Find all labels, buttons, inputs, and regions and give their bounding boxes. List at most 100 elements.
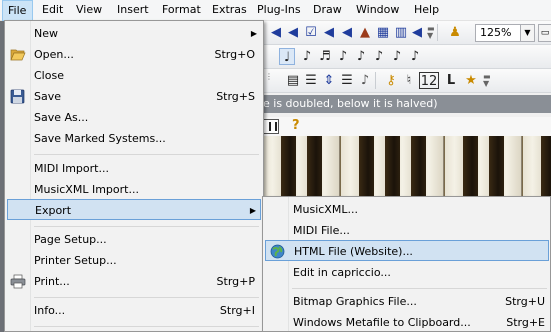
menu-item-musicxml-import[interactable]: MusicXML Import... (7, 179, 261, 200)
globe-icon (270, 244, 285, 259)
star-icon[interactable]: ★ (463, 72, 479, 89)
menu-item-close[interactable]: Close (7, 65, 261, 86)
zoom-dropdown-icon[interactable]: ▼ (521, 24, 535, 42)
menu-item-label: Export (35, 204, 72, 217)
menu-item-label: Close (34, 69, 64, 82)
menu-view[interactable]: View (76, 0, 102, 21)
piano-keys-icon[interactable]: ▦ (375, 24, 391, 41)
menu-bar: File Edit View Insert Format Extras Plug… (0, 0, 551, 21)
toolbar-separator (375, 72, 376, 89)
menu-item-label: Save (34, 90, 62, 103)
quarter-note-icon[interactable]: ♩ (279, 48, 295, 65)
menu-item-shortcut: Strg+P (216, 275, 255, 288)
user-icon[interactable]: ♟ (447, 24, 463, 41)
speaker-icon[interactable]: ◀ (268, 24, 284, 41)
zoom-select[interactable]: 125% (475, 24, 521, 42)
file-menu: New ▶ Open... Strg+O Close Save Strg+S S… (4, 20, 264, 332)
metronome-icon[interactable]: ▲ (357, 24, 373, 41)
pause-icon[interactable] (263, 119, 279, 134)
menu-item-label: Printer Setup... (34, 254, 117, 267)
menu-item-export[interactable]: Export ▶ (7, 199, 261, 220)
menu-item-label: Windows Metafile to Clipboard... (293, 316, 471, 329)
dotted-note-icon[interactable]: ♪ (407, 48, 423, 65)
menu-item-open[interactable]: Open... Strg+O (7, 44, 261, 65)
grace-note-icon[interactable]: ♪ (389, 48, 405, 65)
menu-item-page-setup[interactable]: Page Setup... (7, 229, 261, 250)
piano-toolbar: ? (263, 117, 551, 136)
export-item-musicxml[interactable]: MusicXML... (265, 199, 549, 220)
menu-item-label: Print... (34, 275, 70, 288)
menu-separator (34, 154, 259, 155)
menu-item-shortcut: Strg+U (505, 295, 545, 308)
menu-separator (34, 297, 259, 298)
dynamics-icon[interactable]: ♮ (401, 72, 417, 89)
menu-item-save[interactable]: Save Strg+S (7, 86, 261, 107)
export-item-html-file[interactable]: HTML File (Website)... (265, 240, 549, 261)
menu-format[interactable]: Format (162, 0, 201, 21)
zoom-spin-icon[interactable]: ▭ (538, 24, 551, 42)
menu-item-label: Page Setup... (34, 233, 107, 246)
floppy-disk-icon (10, 89, 25, 104)
sixty-fourth-note-icon[interactable]: ♪ (353, 48, 369, 65)
properties-icon[interactable]: ▤ (285, 72, 301, 89)
submenu-arrow-icon: ▶ (249, 206, 256, 215)
menu-item-midi-import[interactable]: MIDI Import... (7, 158, 261, 179)
menu-item-printer-setup[interactable]: Printer Setup... (7, 250, 261, 271)
menu-item-label: MusicXML... (293, 203, 358, 216)
distribute-icon[interactable]: ☰ (339, 72, 355, 89)
menu-item-label: New (34, 27, 58, 40)
align-left-icon[interactable]: ☰ (303, 72, 319, 89)
sixteenth-note-icon[interactable]: ♬ (317, 48, 333, 65)
menu-insert[interactable]: Insert (117, 0, 149, 21)
menu-plug-ins[interactable]: Plug-Ins (257, 0, 301, 21)
menu-item-label: Info... (34, 304, 66, 317)
menu-file[interactable]: File (2, 0, 33, 21)
mixer-icon[interactable]: ▥ (393, 24, 409, 41)
menu-item-label: Bitmap Graphics File... (293, 295, 417, 308)
status-bar: e is doubled, below it is halved) (263, 95, 551, 113)
menu-item-shortcut: Strg+S (216, 90, 255, 103)
menu-help[interactable]: Help (414, 0, 439, 21)
menu-item-info[interactable]: Info... Strg+I (7, 300, 261, 321)
help-icon[interactable]: ? (292, 118, 300, 133)
mute-note-icon[interactable]: ♪ (357, 72, 373, 89)
toolbar-row-1: ◀ ◀ ☑ ◀ ◀ ▲ ▦ ▥ ◀ ▬ ▼ ♟ 125% ▼ ▭ (263, 21, 551, 45)
checkbox-speaker-icon[interactable]: ☑ (303, 24, 319, 41)
export-item-edit-in-capriccio[interactable]: Edit in capriccio... (265, 262, 549, 283)
menu-item-print[interactable]: Print... Strg+P (7, 271, 261, 292)
triplet-note-icon[interactable]: ♪ (371, 48, 387, 65)
toolbar-overflow-icon[interactable]: ▬ ▼ (483, 73, 491, 88)
menu-item-shortcut: Strg+O (214, 48, 255, 61)
spacing-icon[interactable]: ⇕ (321, 72, 337, 89)
export-item-bitmap-graphics[interactable]: Bitmap Graphics File... Strg+U (265, 291, 549, 312)
printer-icon (10, 274, 26, 289)
menu-extras[interactable]: Extras (212, 0, 247, 21)
menu-item-shortcut: Strg+E (506, 316, 545, 329)
export-item-midi-file[interactable]: MIDI File... (265, 220, 549, 241)
menu-window[interactable]: Window (356, 0, 399, 21)
key-icon[interactable]: ⚷ (383, 72, 399, 89)
menu-item-label: Open... (34, 48, 74, 61)
menu-item-new[interactable]: New ▶ (7, 23, 261, 44)
menu-separator (34, 326, 259, 327)
menu-item-save-as[interactable]: Save As... (7, 107, 261, 128)
open-folder-icon (10, 49, 26, 61)
speaker-left-icon[interactable]: ◀ (321, 24, 337, 41)
eighth-note-icon[interactable]: ♪ (299, 48, 315, 65)
menu-item-label: MusicXML Import... (34, 183, 139, 196)
menu-separator (34, 226, 259, 227)
lyrics-icon[interactable]: L (443, 72, 459, 89)
mute-icon[interactable]: ◀ (285, 24, 301, 41)
menu-draw[interactable]: Draw (313, 0, 342, 21)
toolbar-row-3: ⋮ ▤ ☰ ⇕ ☰ ♪ ⚷ ♮ 12 L ★ ▬ ▼ (263, 69, 551, 93)
menu-item-save-marked-systems[interactable]: Save Marked Systems... (7, 128, 261, 149)
toolbar-overflow-icon[interactable]: ▬ ▼ (427, 25, 435, 40)
speaker-settings-icon[interactable]: ◀ (409, 24, 425, 41)
menu-item-label: Edit in capriccio... (293, 266, 391, 279)
thirty-second-note-icon[interactable]: ♪ (335, 48, 351, 65)
measure-number-icon[interactable]: 12 (419, 72, 439, 89)
export-item-windows-metafile[interactable]: Windows Metafile to Clipboard... Strg+E (265, 312, 549, 332)
menu-edit[interactable]: Edit (42, 0, 63, 21)
speaker-right-icon[interactable]: ◀ (339, 24, 355, 41)
toolbar-grip-icon: ⋮ (265, 72, 273, 81)
